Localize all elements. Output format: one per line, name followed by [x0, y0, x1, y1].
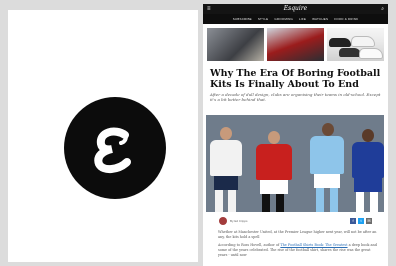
author-avatar[interactable]: [219, 217, 227, 225]
email-share-icon[interactable]: ✉: [366, 218, 372, 224]
search-icon[interactable]: ⌕: [381, 4, 384, 14]
nav-item-grooming[interactable]: GROOMING: [274, 17, 293, 21]
esquire-e-logo-icon: [94, 127, 131, 173]
nav-item-watches[interactable]: WATCHES: [312, 17, 328, 21]
nav-item-subscribe[interactable]: SUBSCRIBE: [233, 17, 252, 21]
site-brand[interactable]: Esquire: [203, 4, 388, 14]
shoe-image: [329, 38, 351, 47]
nav-item-life[interactable]: LIFE: [299, 17, 306, 21]
shoe-image: [351, 36, 375, 47]
site-topbar: ≡ Esquire ⌕: [203, 4, 388, 14]
author-byline[interactable]: By Ed Cripps: [230, 219, 248, 223]
related-thumbnail-3[interactable]: [327, 28, 384, 61]
paragraph-text: According to Ross Hovell, author of: [218, 243, 281, 247]
book-link[interactable]: The Football Shirts Book: The Greatest: [280, 243, 347, 247]
related-thumbnail-1[interactable]: [207, 28, 264, 61]
article-paragraph: According to Ross Hovell, author of The …: [218, 243, 378, 258]
site-nav: SUBSCRIBE STYLE GROOMING LIFE WATCHES FO…: [203, 14, 388, 24]
share-buttons: f t ✉: [350, 218, 372, 224]
shoe-image: [359, 48, 383, 59]
hero-image: [206, 115, 384, 212]
article-body: Whether at Manchester United, at the Pre…: [218, 230, 378, 261]
related-thumbnail-2[interactable]: [267, 28, 324, 61]
nav-item-food-drink[interactable]: FOOD & DRINK: [334, 17, 358, 21]
article-paragraph: Whether at Manchester United, at the Pre…: [218, 230, 377, 239]
article-meta: By Ed Cripps f t ✉: [209, 216, 382, 226]
logo-card: [8, 10, 198, 262]
esquire-logo: [64, 97, 166, 199]
nav-item-style[interactable]: STYLE: [258, 17, 269, 21]
facebook-share-icon[interactable]: f: [350, 218, 356, 224]
article-headline: Why The Era Of Boring Football Kits Is F…: [210, 68, 381, 90]
twitter-share-icon[interactable]: t: [358, 218, 364, 224]
related-thumbnails: [203, 24, 388, 61]
shoe-image: [339, 48, 361, 57]
article-dek: After a decade of dull design, clubs are…: [210, 92, 381, 102]
